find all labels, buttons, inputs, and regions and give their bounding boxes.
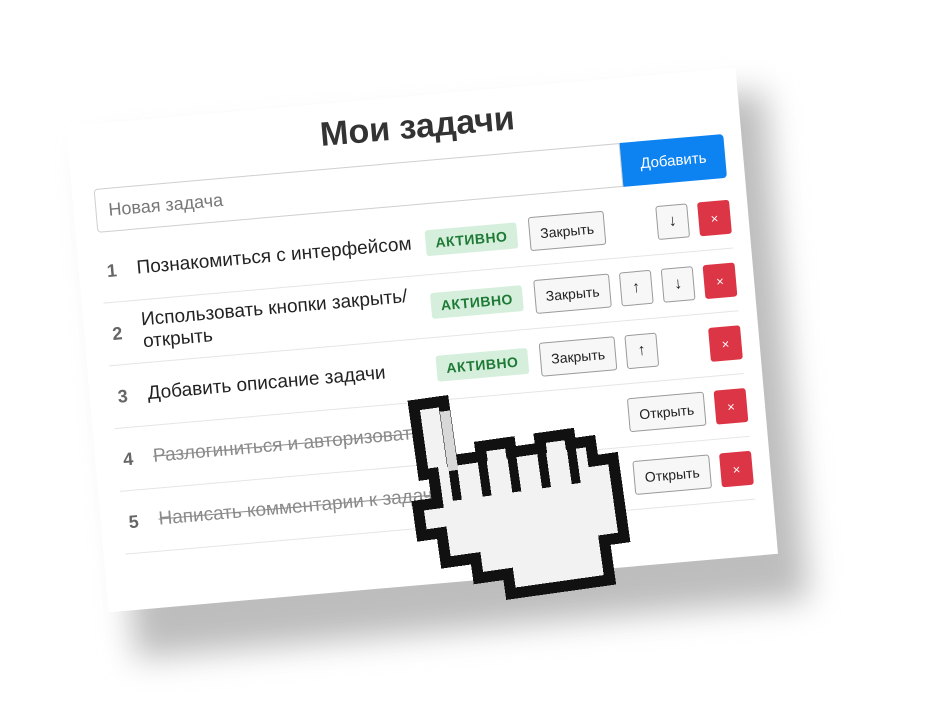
close-task-button[interactable]: Закрыть xyxy=(538,336,618,377)
move-up-button[interactable]: ↑ xyxy=(624,332,660,370)
delete-task-button[interactable]: × xyxy=(697,199,732,237)
task-text: Познакомиться с интерфейсом xyxy=(135,233,413,279)
status-badge: АКТИВНО xyxy=(435,347,530,382)
task-number: 2 xyxy=(111,322,124,344)
move-down-button[interactable]: ↓ xyxy=(655,203,691,241)
add-task-button[interactable]: Добавить xyxy=(619,133,728,187)
delete-task-button[interactable]: × xyxy=(702,262,738,300)
close-task-button[interactable]: Закрыть xyxy=(527,210,607,252)
status-badge: АКТИВНО xyxy=(429,285,524,320)
move-up-button[interactable]: ↑ xyxy=(618,269,654,307)
delete-task-button[interactable]: × xyxy=(708,325,743,362)
task-number: 5 xyxy=(127,510,140,532)
task-number: 4 xyxy=(122,448,135,469)
close-task-button[interactable]: Закрыть xyxy=(533,273,612,314)
hand-pointer-cursor-icon xyxy=(407,394,631,600)
task-number: 3 xyxy=(116,385,129,407)
status-badge: АКТИВНО xyxy=(424,222,519,257)
task-text: Добавить описание задачи xyxy=(146,362,387,405)
delete-task-button[interactable]: × xyxy=(719,450,754,488)
delete-task-button[interactable]: × xyxy=(713,387,749,425)
task-number: 1 xyxy=(105,259,118,281)
move-down-button[interactable]: ↓ xyxy=(660,266,696,303)
screenshot-stage: Мои задачи Добавить 1Познакомиться с инт… xyxy=(0,0,930,712)
